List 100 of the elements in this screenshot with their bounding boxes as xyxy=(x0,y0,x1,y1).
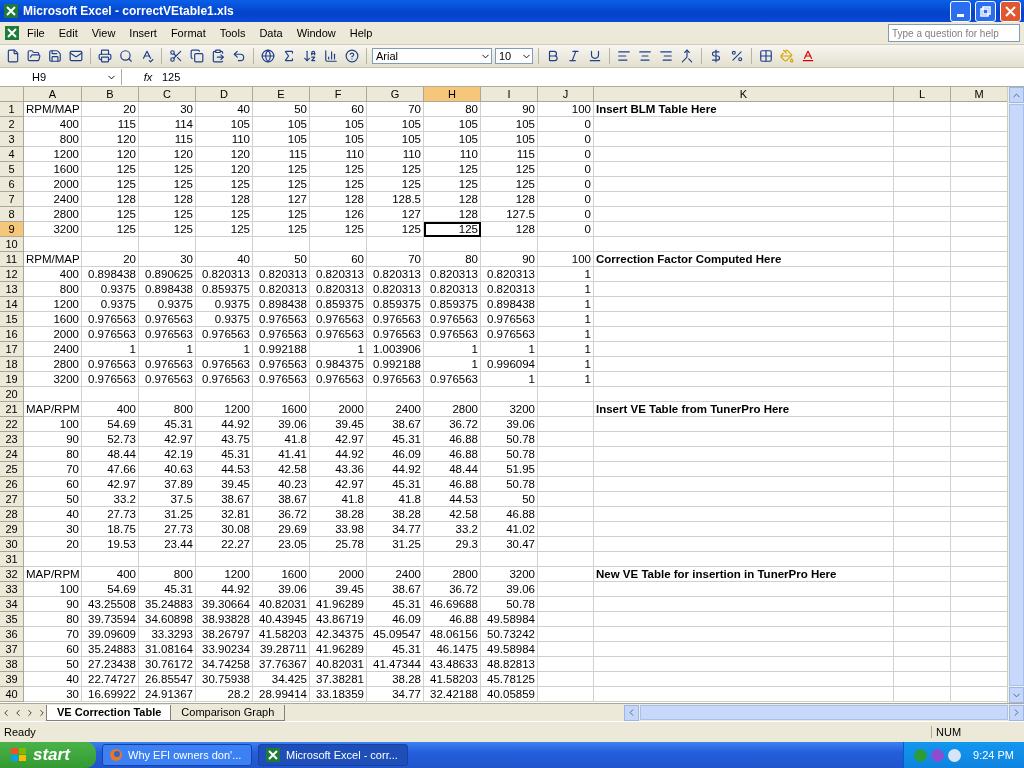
row-header[interactable]: 23 xyxy=(0,432,24,447)
sheet-tab[interactable]: VE Correction Table xyxy=(46,704,173,721)
column-header[interactable]: J xyxy=(538,87,594,102)
sheet-tab[interactable]: Comparison Graph xyxy=(170,704,286,721)
row-header[interactable]: 20 xyxy=(0,387,24,402)
help-search-field[interactable]: Type a question for help xyxy=(888,24,1020,42)
column-header[interactable]: H xyxy=(424,87,481,102)
row-header[interactable]: 30 xyxy=(0,537,24,552)
menu-item[interactable]: Insert xyxy=(122,25,164,41)
row-header[interactable]: 17 xyxy=(0,342,24,357)
row-header[interactable]: 27 xyxy=(0,492,24,507)
table-cell: 125 xyxy=(196,177,253,192)
row-header[interactable]: 5 xyxy=(0,162,24,177)
row-header[interactable]: 26 xyxy=(0,477,24,492)
row-header[interactable]: 14 xyxy=(0,297,24,312)
chart-icon[interactable] xyxy=(322,47,340,65)
name-box[interactable]: H9 xyxy=(0,69,122,85)
row-header[interactable]: 34 xyxy=(0,597,24,612)
taskbar-button[interactable]: Microsoft Excel - corr... xyxy=(258,744,408,766)
table-cell: 0.976563 xyxy=(82,327,139,342)
row-header[interactable]: 24 xyxy=(0,447,24,462)
row-header[interactable]: 29 xyxy=(0,522,24,537)
row-header[interactable]: 16 xyxy=(0,327,24,342)
row-header[interactable]: 35 xyxy=(0,612,24,627)
function-button[interactable]: fx xyxy=(138,71,158,83)
scrollbar-thumb[interactable] xyxy=(640,705,1008,720)
row-header[interactable]: 18 xyxy=(0,357,24,372)
row-header[interactable]: 11 xyxy=(0,252,24,267)
column-header[interactable]: E xyxy=(253,87,310,102)
row-header[interactable]: 22 xyxy=(0,417,24,432)
borders-icon[interactable] xyxy=(757,47,775,65)
row-header[interactable]: 15 xyxy=(0,312,24,327)
taskbar-button[interactable]: Why EFI owners don'... xyxy=(102,744,252,766)
font-dropdown[interactable]: Arial xyxy=(372,48,492,64)
row-header[interactable]: 40 xyxy=(0,687,24,702)
row-header[interactable]: 8 xyxy=(0,207,24,222)
menu-item[interactable]: Format xyxy=(163,25,213,41)
table-cell: 41.96289 xyxy=(310,642,367,657)
restore-button[interactable] xyxy=(975,0,996,22)
close-button[interactable] xyxy=(1000,0,1021,22)
table-cell xyxy=(538,612,594,627)
minimize-button[interactable] xyxy=(950,0,971,22)
row-header[interactable]: 3 xyxy=(0,132,24,147)
column-header[interactable]: C xyxy=(139,87,196,102)
table-cell: 33.98 xyxy=(310,522,367,537)
table-cell: 800 xyxy=(139,402,196,417)
row-header[interactable]: 32 xyxy=(0,567,24,582)
scrollbar-thumb[interactable] xyxy=(1008,104,1024,686)
help-icon[interactable] xyxy=(343,47,361,65)
menu-item[interactable]: Help xyxy=(342,25,380,41)
row-header[interactable]: 13 xyxy=(0,282,24,297)
column-header[interactable]: D xyxy=(196,87,253,102)
table-cell: 125 xyxy=(367,162,424,177)
menu-item[interactable]: Tools xyxy=(212,25,253,41)
table-cell: 34.77 xyxy=(367,522,424,537)
table-cell xyxy=(538,567,594,582)
menu-item[interactable]: Edit xyxy=(51,25,85,41)
row-header[interactable]: 25 xyxy=(0,462,24,477)
row-header[interactable]: 33 xyxy=(0,582,24,597)
row-header[interactable]: 12 xyxy=(0,267,24,282)
save-icon[interactable] xyxy=(46,47,64,65)
menu-item[interactable]: View xyxy=(84,25,123,41)
row-header[interactable]: 38 xyxy=(0,657,24,672)
table-cell: 1 xyxy=(196,342,253,357)
row-header[interactable]: 21 xyxy=(0,402,24,417)
column-header[interactable]: I xyxy=(481,87,538,102)
table-cell: 0 xyxy=(538,177,594,192)
table-cell: 43.86719 xyxy=(310,612,367,627)
fill-color-icon[interactable] xyxy=(778,47,796,65)
formula-field[interactable]: 125 xyxy=(162,71,181,83)
menu-item[interactable]: Window xyxy=(289,25,343,41)
row-header[interactable]: 28 xyxy=(0,507,24,522)
tray-icon[interactable] xyxy=(948,748,962,762)
status-text: Ready xyxy=(4,726,37,738)
column-header[interactable]: B xyxy=(82,87,139,102)
globe-icon[interactable] xyxy=(259,47,277,65)
row-header[interactable]: 19 xyxy=(0,372,24,387)
row-header[interactable]: 31 xyxy=(0,552,24,567)
column-header[interactable]: G xyxy=(367,87,424,102)
row-header[interactable]: 39 xyxy=(0,672,24,687)
font-size-dropdown[interactable]: 10 xyxy=(495,48,533,64)
row-header[interactable]: 10 xyxy=(0,237,24,252)
row-header[interactable]: 9 xyxy=(0,222,24,237)
menu-item[interactable]: Data xyxy=(252,25,290,41)
row-header[interactable]: 37 xyxy=(0,642,24,657)
print-icon[interactable] xyxy=(96,47,114,65)
row-header[interactable]: 4 xyxy=(0,147,24,162)
column-header[interactable]: M xyxy=(951,87,1007,102)
row-header[interactable]: 2 xyxy=(0,117,24,132)
menu-item[interactable]: File xyxy=(20,25,52,41)
column-header[interactable]: K xyxy=(594,87,894,102)
print-preview-icon[interactable] xyxy=(117,47,135,65)
row-header[interactable]: 6 xyxy=(0,177,24,192)
row-header[interactable]: 7 xyxy=(0,192,24,207)
row-header[interactable]: 36 xyxy=(0,627,24,642)
column-header[interactable]: L xyxy=(894,87,951,102)
column-header[interactable]: A xyxy=(24,87,82,102)
column-header[interactable]: F xyxy=(310,87,367,102)
row-header[interactable]: 1 xyxy=(0,102,24,117)
copy-icon[interactable] xyxy=(188,47,206,65)
